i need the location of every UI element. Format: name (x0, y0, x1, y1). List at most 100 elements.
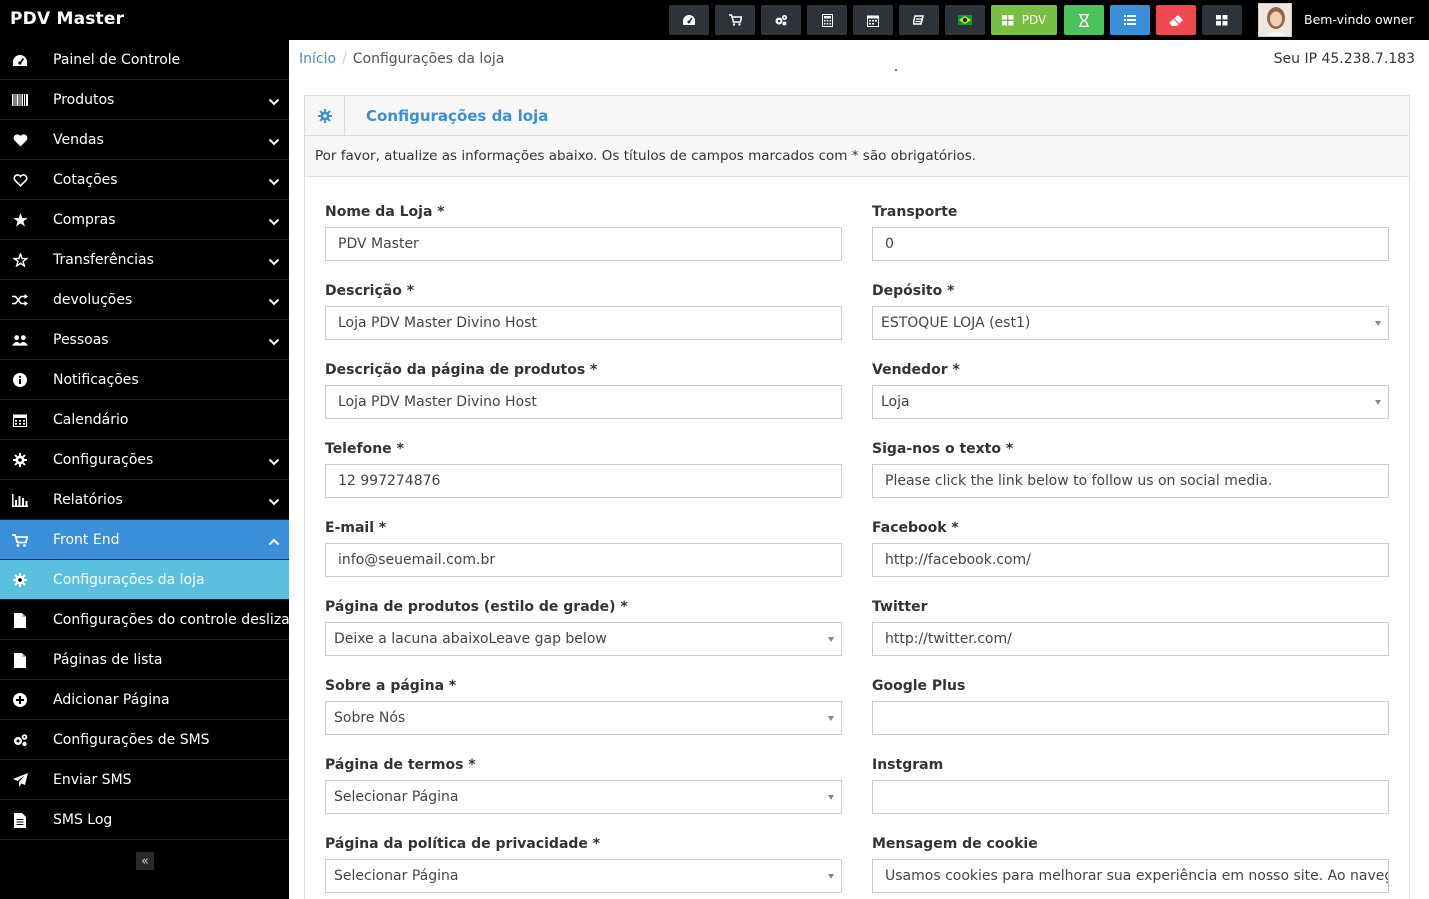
text-field[interactable] (872, 701, 1389, 735)
sidebar-item-label: Configurações de SMS (53, 731, 210, 748)
sidebar: Painel de Controle Produtos Vendas Cotações… (0, 40, 289, 899)
chevron-toggle (268, 95, 280, 106)
text-field[interactable]: http://twitter.com/ (872, 622, 1389, 656)
refresh-icon (913, 15, 925, 25)
sidebar-item[interactable]: Relatórios (0, 480, 289, 520)
field-value: info@seuemail.com.br (338, 552, 496, 568)
field-value: PDV Master (338, 236, 419, 252)
apps-button[interactable] (1202, 5, 1242, 35)
panel-header: Configurações da loja (305, 96, 1409, 136)
select-field[interactable]: ESTOQUE LOJA (est1) (872, 306, 1389, 340)
pdv-button[interactable]: PDV (991, 5, 1057, 35)
panel-icon-box (305, 96, 345, 136)
caret-down-icon (828, 716, 834, 721)
select-field[interactable]: Loja (872, 385, 1389, 419)
sidebar-item[interactable]: Pessoas (0, 320, 289, 360)
text-field[interactable]: 12 997274876 (325, 464, 842, 498)
sidebar-item[interactable]: Configurações do controle deslizante (0, 600, 289, 640)
text-field[interactable]: PDV Master (325, 227, 842, 261)
caret-down-icon (828, 637, 834, 642)
text-field[interactable]: 0 (872, 227, 1389, 261)
select-field[interactable]: Sobre Nós (325, 701, 842, 735)
sidebar-item[interactable]: Enviar SMS (0, 760, 289, 800)
sidebar-item[interactable]: Configurações (0, 440, 289, 480)
brand-logo[interactable]: PDV Master (10, 9, 124, 29)
welcome-user-menu[interactable]: Bem-vindo owner (1304, 12, 1414, 27)
caret-down-icon (1375, 321, 1381, 326)
text-field[interactable]: Loja PDV Master Divino Host (325, 306, 842, 340)
refresh-button[interactable] (899, 5, 939, 35)
breadcrumb-home-link[interactable]: Início (299, 51, 336, 67)
sidebar-item[interactable]: Configurações de SMS (0, 720, 289, 760)
cart-button[interactable] (715, 5, 755, 35)
collapse-sidebar-button[interactable]: « (136, 852, 154, 870)
text-field[interactable]: Please click the link below to follow us… (872, 464, 1389, 498)
sidebar-item[interactable]: Transferências (0, 240, 289, 280)
sidebar-item[interactable]: Cotações (0, 160, 289, 200)
text-field[interactable]: http://facebook.com/ (872, 543, 1389, 577)
calendar-icon (12, 413, 28, 427)
field-label: Mensagem de cookie (872, 836, 1038, 852)
chevron-toggle (268, 455, 280, 466)
field-label: Vendedor * (872, 362, 960, 378)
dashboard-button[interactable] (669, 5, 709, 35)
sidebar-item[interactable]: Configurações da loja (0, 560, 289, 600)
breadcrumb: Início / Configurações da loja (299, 51, 504, 67)
sidebar-item[interactable]: Notificações (0, 360, 289, 400)
dashboard-icon (683, 15, 695, 25)
clear-button[interactable] (1156, 5, 1196, 35)
field-value: Sobre Nós (334, 710, 406, 726)
hourglass-icon (1079, 13, 1089, 27)
sidebar-item-label: Compras (53, 211, 116, 228)
select-field[interactable]: Selecionar Página (325, 780, 842, 814)
sidebar-item[interactable]: Adicionar Página (0, 680, 289, 720)
barcode-icon (12, 93, 28, 107)
caret-down-icon (828, 874, 834, 879)
avatar[interactable] (1258, 3, 1292, 37)
hourglass-button[interactable] (1064, 5, 1104, 35)
pos-grid-icon (1001, 14, 1014, 25)
select-field[interactable]: Selecionar Página (325, 859, 842, 893)
field-label: Google Plus (872, 678, 966, 694)
chevron-toggle (268, 295, 280, 306)
sidebar-item-label: Notificações (53, 371, 139, 388)
sidebar-item[interactable]: Front End (0, 520, 289, 560)
main-content: Início / Configurações da loja Seu IP 45.2… (289, 40, 1429, 899)
divider-dot (895, 69, 897, 71)
select-field[interactable]: Deixe a lacuna abaixoLeave gap below (325, 622, 842, 656)
sidebar-item[interactable]: Vendas (0, 120, 289, 160)
chevron-down-icon (268, 298, 280, 306)
sidebar-item-label: Calendário (53, 411, 129, 428)
sidebar-item[interactable]: Painel de Controle (0, 40, 289, 80)
field-value: Selecionar Página (334, 789, 459, 805)
eraser-icon (1169, 14, 1183, 26)
panel-title: Configurações da loja (366, 107, 549, 125)
text-field[interactable] (872, 780, 1389, 814)
sidebar-item[interactable]: Calendário (0, 400, 289, 440)
sidebar-item[interactable]: SMS Log (0, 800, 289, 840)
calculator-button[interactable] (807, 5, 847, 35)
field-label: Página de termos * (325, 757, 476, 773)
field-value: Deixe a lacuna abaixoLeave gap below (334, 631, 607, 647)
text-field[interactable]: Loja PDV Master Divino Host (325, 385, 842, 419)
caret-down-icon (1375, 400, 1381, 405)
file-icon (12, 612, 28, 628)
sidebar-item[interactable]: Produtos (0, 80, 289, 120)
calendar-button[interactable] (853, 5, 893, 35)
language-button[interactable] (945, 5, 985, 35)
list-button[interactable] (1110, 5, 1150, 35)
field-value: Please click the link below to follow us… (885, 473, 1273, 489)
settings-button[interactable] (761, 5, 801, 35)
field-value: Loja PDV Master Divino Host (338, 315, 537, 331)
sidebar-item[interactable]: Compras (0, 200, 289, 240)
field-value: 12 997274876 (338, 473, 441, 489)
text-field[interactable]: info@seuemail.com.br (325, 543, 842, 577)
sidebar-item[interactable]: devoluções (0, 280, 289, 320)
sidebar-item[interactable]: Páginas de lista (0, 640, 289, 680)
field-value: ESTOQUE LOJA (est1) (881, 315, 1031, 331)
sidebar-item-label: Painel de Controle (53, 51, 181, 68)
text-field[interactable]: Usamos cookies para melhorar sua experiê… (872, 859, 1389, 893)
field-label: Facebook * (872, 520, 959, 536)
chevron-toggle (268, 535, 280, 546)
field-value: http://facebook.com/ (885, 552, 1031, 568)
